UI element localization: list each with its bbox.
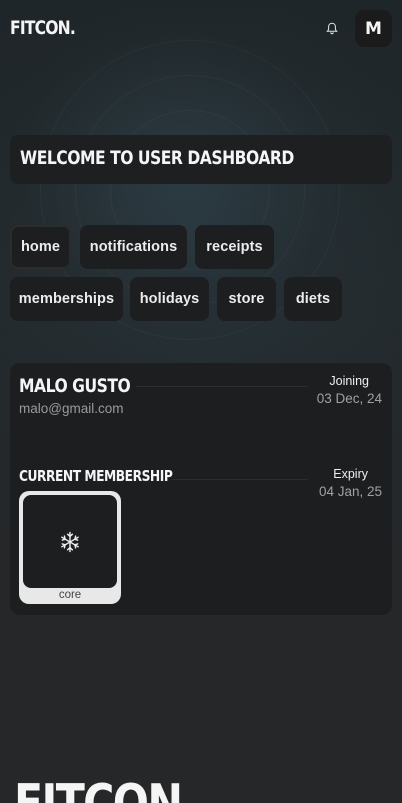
user-email: malo@gmail.com — [19, 401, 124, 416]
current-membership-title: CURRENT MEMBERSHIP — [19, 467, 173, 485]
joining-label: Joining — [329, 374, 369, 388]
snowflake-icon — [61, 531, 79, 552]
nav-receipts-button[interactable]: receipts — [195, 225, 274, 269]
nav-holidays-button[interactable]: holidays — [130, 277, 209, 321]
footer-logo: FITCON. — [14, 778, 198, 803]
expiry-date: 04 Jan, 25 — [318, 484, 382, 499]
user-name: MALO GUSTO — [19, 375, 131, 397]
avatar-initial: M — [365, 18, 382, 39]
membership-plan-tile[interactable]: core — [19, 491, 121, 604]
bell-icon[interactable] — [324, 20, 340, 36]
brand-logo[interactable]: FITCON. — [10, 17, 76, 39]
profile-card: MALO GUSTO malo@gmail.com Joining 03 Dec… — [10, 363, 392, 615]
joining-date: 03 Dec, 24 — [316, 391, 382, 406]
membership-plan-label: core — [58, 589, 82, 601]
expiry-label: Expiry — [333, 467, 368, 481]
page-title: WELCOME TO USER DASHBOARD — [20, 147, 294, 169]
divider — [172, 479, 308, 480]
membership-plan-icon-box — [23, 495, 117, 588]
nav-home-button[interactable]: home — [10, 225, 71, 269]
divider — [136, 386, 308, 387]
nav-store-button[interactable]: store — [217, 277, 276, 321]
user-avatar-button[interactable]: M — [355, 10, 392, 47]
nav-diets-button[interactable]: diets — [284, 277, 342, 321]
nav-memberships-button[interactable]: memberships — [10, 277, 123, 321]
top-header: FITCON. M — [0, 0, 402, 58]
nav-notifications-button[interactable]: notifications — [80, 225, 187, 269]
welcome-banner: WELCOME TO USER DASHBOARD — [10, 135, 392, 184]
